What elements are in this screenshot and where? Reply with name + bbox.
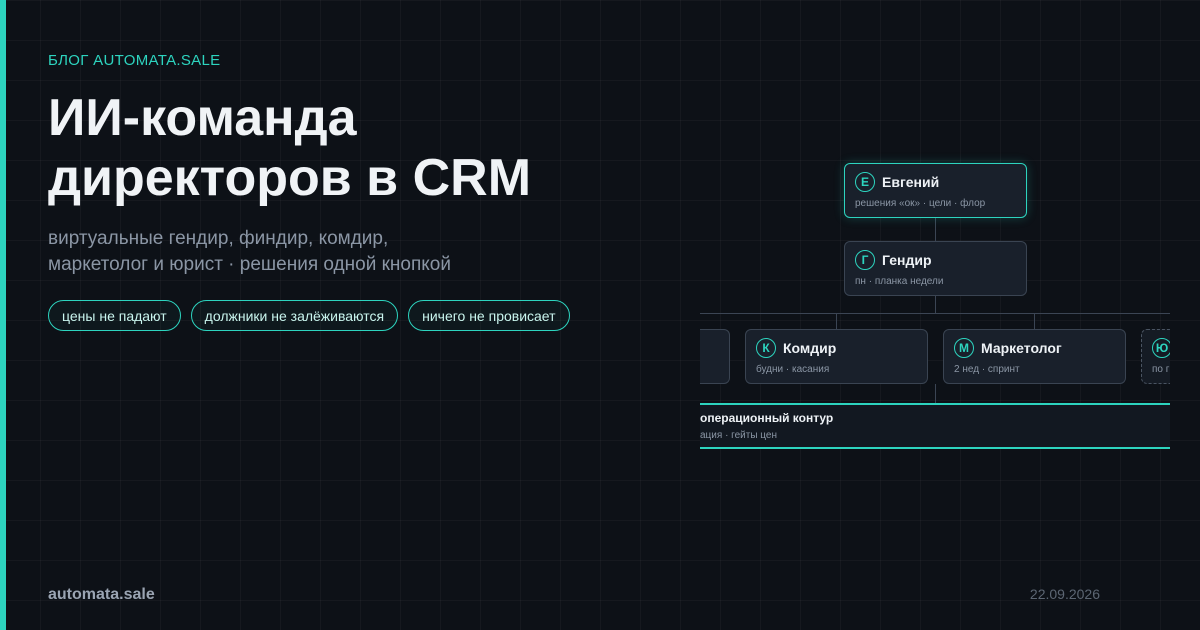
avatar: Е <box>855 172 875 192</box>
page-title: ИИ-команда директоров в CRM <box>48 88 688 208</box>
node-title: Гендир <box>882 252 932 268</box>
subtitle-line-1: виртуальные гендир, финдир, комдир, <box>48 228 389 249</box>
connector-bus-comdir <box>836 313 837 329</box>
avatar: К <box>756 338 776 358</box>
org-node-evgeniy: Е Евгений решения «ок» · цели · флор <box>844 163 1027 218</box>
title-line-1: ИИ-команда <box>48 89 357 147</box>
contour-desc: ация · гейты цен <box>700 430 777 441</box>
operational-contour: операционный контур ация · гейты цен <box>700 403 1170 449</box>
tag-list: цены не падают должники не залёживаются … <box>48 300 570 331</box>
connector-top-ceo <box>935 218 936 241</box>
node-title: Комдир <box>783 340 837 356</box>
blog-eyebrow: БЛОГ AUTOMATA.SALE <box>48 52 221 69</box>
avatar: Ю <box>1152 338 1170 358</box>
site-name: automata.sale <box>48 586 155 603</box>
tag-chip: цены не падают <box>48 300 181 331</box>
connector-reports-contour <box>935 384 936 403</box>
connector-bus <box>700 313 1170 314</box>
node-desc: пн · планка недели <box>855 276 944 287</box>
subtitle-line-2: маркетолог и юрист · решения одной кнопк… <box>48 254 451 275</box>
connector-bus-marketer <box>1034 313 1035 329</box>
org-node-comdir: К Комдир будни · касания <box>745 329 928 384</box>
org-node-gendir: Г Гендир пн · планка недели <box>844 241 1027 296</box>
node-title: Маркетолог <box>981 340 1062 356</box>
connector-ceo-bus <box>935 296 936 314</box>
node-desc: 2 нед · спринт <box>954 364 1020 375</box>
tag-chip: должники не залёживаются <box>190 300 399 331</box>
tag-chip: ничего не провисает <box>408 300 570 331</box>
page-subtitle: виртуальные гендир, финдир, комдир, марк… <box>48 226 668 278</box>
org-chart: Е Евгений решения «ок» · цели · флор Г Г… <box>700 140 1170 480</box>
org-node-marketer: М Маркетолог 2 нед · спринт <box>943 329 1126 384</box>
node-desc: решения «ок» · цели · флор <box>855 198 986 209</box>
node-desc: по г <box>1152 364 1170 375</box>
text-column: БЛОГ AUTOMATA.SALE ИИ-команда директоров… <box>48 0 688 630</box>
node-desc: будни · касания <box>756 364 830 375</box>
contour-title: операционный контур <box>700 411 834 425</box>
title-line-2: директоров в CRM <box>48 149 532 207</box>
left-accent-bar <box>0 0 6 630</box>
org-node-lawyer: Ю по г <box>1141 329 1170 384</box>
org-node-cut-left <box>700 329 730 384</box>
node-title: Евгений <box>882 174 940 190</box>
avatar: М <box>954 338 974 358</box>
avatar: Г <box>855 250 875 270</box>
post-date: 22.09.2026 <box>1029 586 1100 602</box>
